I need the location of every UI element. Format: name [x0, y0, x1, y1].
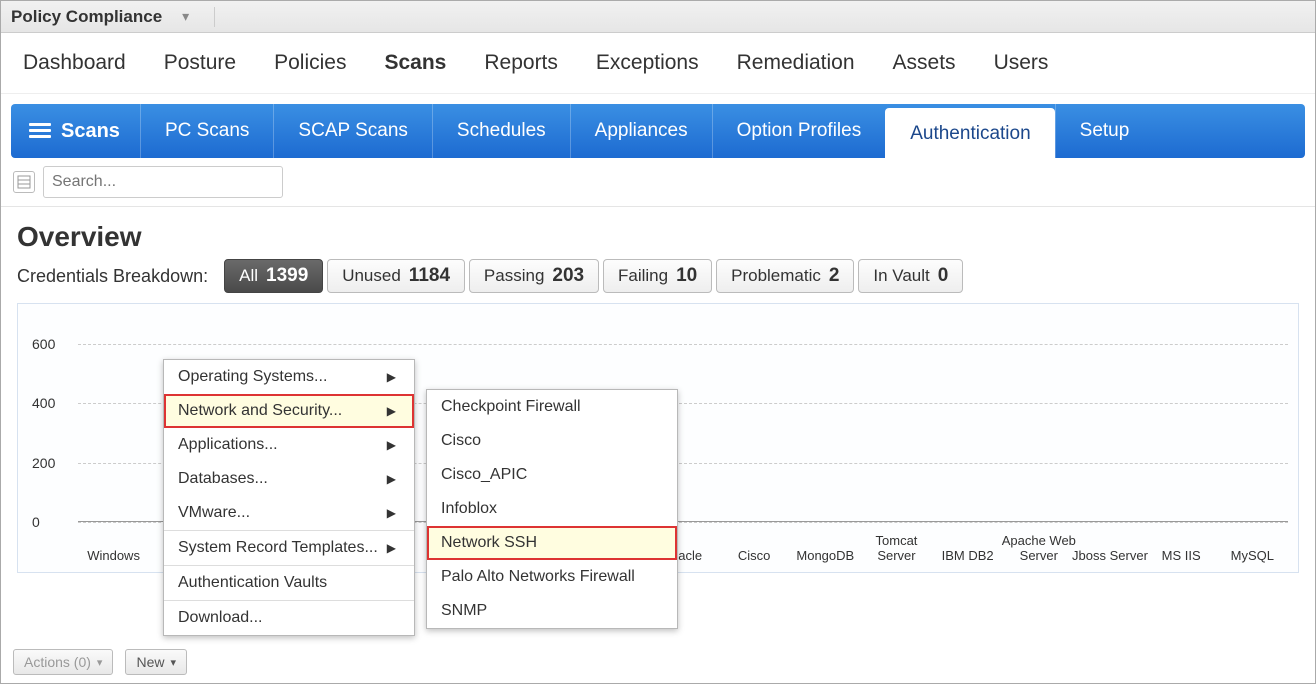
- menu-item-network-and-security[interactable]: Network and Security... ▶: [164, 394, 414, 428]
- menu-item-databases[interactable]: Databases... ▶: [164, 462, 414, 496]
- mainnav-item-dashboard[interactable]: Dashboard: [23, 51, 126, 75]
- actions-button-label: Actions (0): [24, 654, 91, 670]
- network-security-submenu: Checkpoint Firewall Cisco Cisco_APIC Infobl…: [426, 389, 678, 629]
- subnav-tab-pc-scans[interactable]: PC Scans: [140, 104, 273, 158]
- menu-item-network-ssh[interactable]: Network SSH: [427, 526, 677, 560]
- results-layout-icon[interactable]: [13, 171, 35, 193]
- list-icon: [29, 123, 51, 139]
- menu-item-label: SNMP: [441, 602, 487, 620]
- footer-actions: Actions (0) ▾ New ▾: [13, 649, 187, 675]
- mainnav-item-users[interactable]: Users: [994, 51, 1049, 75]
- menu-item-label: Cisco: [441, 432, 481, 450]
- credentials-breakdown-row: Credentials Breakdown: All 1399 Unused 1…: [17, 259, 1299, 293]
- menu-item-label: Operating Systems...: [178, 368, 327, 386]
- y-tick-label: 0: [32, 514, 40, 530]
- gridline: [78, 344, 1288, 345]
- x-tick-label: Apache Web Server: [999, 534, 1079, 564]
- mainnav-item-reports[interactable]: Reports: [484, 51, 558, 75]
- subnav-tab-option-profiles[interactable]: Option Profiles: [712, 104, 886, 158]
- y-tick-label: 400: [32, 395, 55, 411]
- menu-item-system-record-templates[interactable]: System Record Templates... ▶: [164, 531, 414, 565]
- x-tick-label: IBM DB2: [928, 549, 1008, 564]
- chevron-down-icon: ▾: [170, 656, 176, 669]
- menu-item-label: Network SSH: [441, 534, 537, 552]
- mainnav-item-scans[interactable]: Scans: [384, 51, 446, 75]
- menu-item-label: Download...: [178, 609, 263, 627]
- menu-item-authentication-vaults[interactable]: Authentication Vaults: [164, 566, 414, 600]
- filter-pill-failing[interactable]: Failing 10: [603, 259, 712, 293]
- search-box: [43, 166, 283, 198]
- menu-item-palo-alto-networks-firewall[interactable]: Palo Alto Networks Firewall: [427, 560, 677, 594]
- menu-item-label: Palo Alto Networks Firewall: [441, 568, 635, 586]
- subnav-section-label: Scans: [11, 104, 140, 158]
- module-title: Policy Compliance: [11, 7, 162, 27]
- menu-item-applications[interactable]: Applications... ▶: [164, 428, 414, 462]
- sub-nav: Scans PC ScansSCAP ScansSchedulesApplian…: [11, 104, 1305, 158]
- x-tick-label: Jboss Server: [1070, 549, 1150, 564]
- chevron-down-icon: ▾: [97, 656, 103, 669]
- menu-item-label: Network and Security...: [178, 402, 342, 420]
- menu-item-label: System Record Templates...: [178, 539, 378, 557]
- menu-item-label: VMware...: [178, 504, 250, 522]
- module-dropdown-chevron[interactable]: ▾: [182, 8, 189, 25]
- credentials-breakdown-label: Credentials Breakdown:: [17, 266, 208, 287]
- search-input[interactable]: [43, 166, 283, 198]
- x-tick-label: Tomcat Server: [856, 534, 936, 564]
- menu-item-checkpoint-firewall[interactable]: Checkpoint Firewall: [427, 390, 677, 424]
- new-record-menu: Operating Systems...▶Network and Securit…: [163, 359, 415, 636]
- module-selector-bar: Policy Compliance ▾: [1, 1, 1315, 33]
- menu-item-label: Cisco_APIC: [441, 466, 527, 484]
- divider: [214, 7, 215, 27]
- submenu-arrow-icon: ▶: [387, 506, 396, 520]
- main-nav: Dashboard Posture Policies Scans Reports Exce…: [1, 33, 1315, 94]
- submenu-arrow-icon: ▶: [387, 370, 396, 384]
- menu-item-label: Applications...: [178, 436, 278, 454]
- menu-item-label: Infoblox: [441, 500, 497, 518]
- x-tick-label: Cisco: [714, 549, 794, 564]
- new-button[interactable]: New ▾: [125, 649, 187, 675]
- subnav-tab-appliances[interactable]: Appliances: [570, 104, 712, 158]
- search-row: [1, 158, 1315, 207]
- filter-pill-in-vault[interactable]: In Vault 0: [858, 259, 963, 293]
- submenu-arrow-icon: ▶: [387, 404, 396, 418]
- menu-item-vmware[interactable]: VMware... ▶: [164, 496, 414, 530]
- x-tick-label: Windows: [74, 549, 154, 564]
- menu-item-download[interactable]: Download...: [164, 601, 414, 635]
- x-tick-label: MongoDB: [785, 549, 865, 564]
- subnav-tab-authentication[interactable]: Authentication: [885, 108, 1054, 158]
- menu-item-cisco-apic[interactable]: Cisco_APIC: [427, 458, 677, 492]
- filter-pill-unused[interactable]: Unused 1184: [327, 259, 465, 293]
- y-tick-label: 600: [32, 336, 55, 352]
- x-tick-label: MySQL: [1212, 549, 1292, 564]
- menu-item-operating-systems[interactable]: Operating Systems... ▶: [164, 360, 414, 394]
- submenu-arrow-icon: ▶: [387, 438, 396, 452]
- filter-pill-problematic[interactable]: Problematic 2: [716, 259, 854, 293]
- submenu-arrow-icon: ▶: [387, 472, 396, 486]
- y-tick-label: 200: [32, 455, 55, 471]
- actions-button[interactable]: Actions (0) ▾: [13, 649, 113, 675]
- filter-pill-all[interactable]: All 1399: [224, 259, 323, 293]
- mainnav-item-exceptions[interactable]: Exceptions: [596, 51, 699, 75]
- x-tick-label: MS IIS: [1141, 549, 1221, 564]
- subnav-tab-schedules[interactable]: Schedules: [432, 104, 570, 158]
- menu-item-snmp[interactable]: SNMP: [427, 594, 677, 628]
- mainnav-item-remediation[interactable]: Remediation: [737, 51, 855, 75]
- subnav-tab-setup[interactable]: Setup: [1055, 104, 1154, 158]
- page-title: Overview: [17, 221, 1299, 253]
- menu-item-label: Checkpoint Firewall: [441, 398, 581, 416]
- menu-item-cisco[interactable]: Cisco: [427, 424, 677, 458]
- mainnav-item-posture[interactable]: Posture: [164, 51, 236, 75]
- subnav-title: Scans: [61, 120, 120, 143]
- submenu-arrow-icon: ▶: [387, 541, 396, 555]
- menu-item-label: Databases...: [178, 470, 268, 488]
- filter-pill-passing[interactable]: Passing 203: [469, 259, 599, 293]
- new-button-label: New: [136, 654, 164, 670]
- menu-item-label: Authentication Vaults: [178, 574, 327, 592]
- menu-item-infoblox[interactable]: Infoblox: [427, 492, 677, 526]
- subnav-tab-scap-scans[interactable]: SCAP Scans: [273, 104, 431, 158]
- mainnav-item-policies[interactable]: Policies: [274, 51, 346, 75]
- mainnav-item-assets[interactable]: Assets: [893, 51, 956, 75]
